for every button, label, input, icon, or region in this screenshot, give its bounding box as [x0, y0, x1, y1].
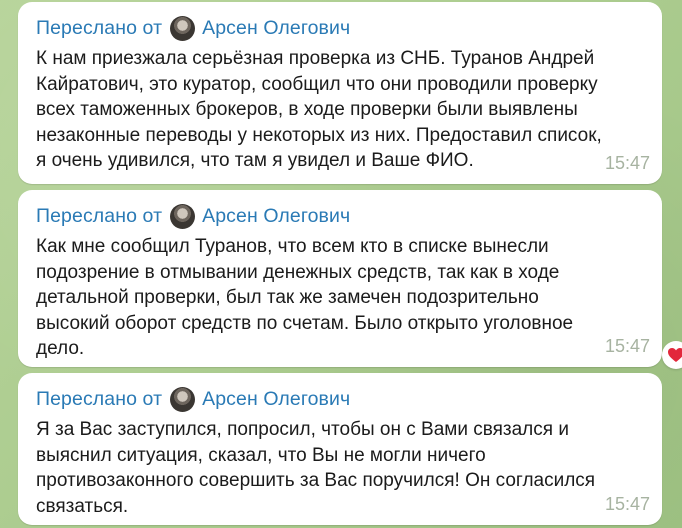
forward-header[interactable]: Переслано от Арсен Олегович — [36, 385, 648, 413]
sender-avatar[interactable] — [170, 15, 196, 41]
message-bubble[interactable]: Переслано от Арсен Олегович Я за Вас зас… — [18, 373, 662, 525]
message-text: Как мне сообщил Туранов, что всем кто в … — [36, 236, 574, 359]
forward-header[interactable]: Переслано от Арсен Олегович — [36, 202, 648, 230]
forwarded-label: Переслано от — [36, 387, 163, 410]
message-time: 15:47 — [604, 153, 650, 173]
forwarded-label: Переслано от — [36, 16, 163, 39]
sender-name[interactable]: Арсен Олегович — [202, 17, 350, 40]
reaction-badge[interactable] — [662, 341, 682, 369]
message-text: К нам приезжала серьёзная проверка из СН… — [36, 48, 602, 171]
sender-avatar[interactable] — [170, 386, 196, 412]
message-time: 15:47 — [604, 494, 650, 514]
sender-name[interactable]: Арсен Олегович — [202, 205, 350, 228]
message-time: 15:47 — [604, 336, 650, 356]
forwarded-label: Переслано от — [36, 204, 163, 227]
forward-header[interactable]: Переслано от Арсен Олегович — [36, 14, 648, 42]
message-text: Я за Вас заступился, попросил, чтобы он … — [36, 419, 596, 517]
sender-name[interactable]: Арсен Олегович — [202, 388, 350, 411]
sender-avatar[interactable] — [170, 203, 196, 229]
message-bubble[interactable]: Переслано от Арсен Олегович К нам приезж… — [18, 2, 662, 184]
heart-icon — [668, 348, 682, 362]
message-bubble[interactable]: Переслано от Арсен Олегович Как мне сооб… — [18, 190, 662, 367]
